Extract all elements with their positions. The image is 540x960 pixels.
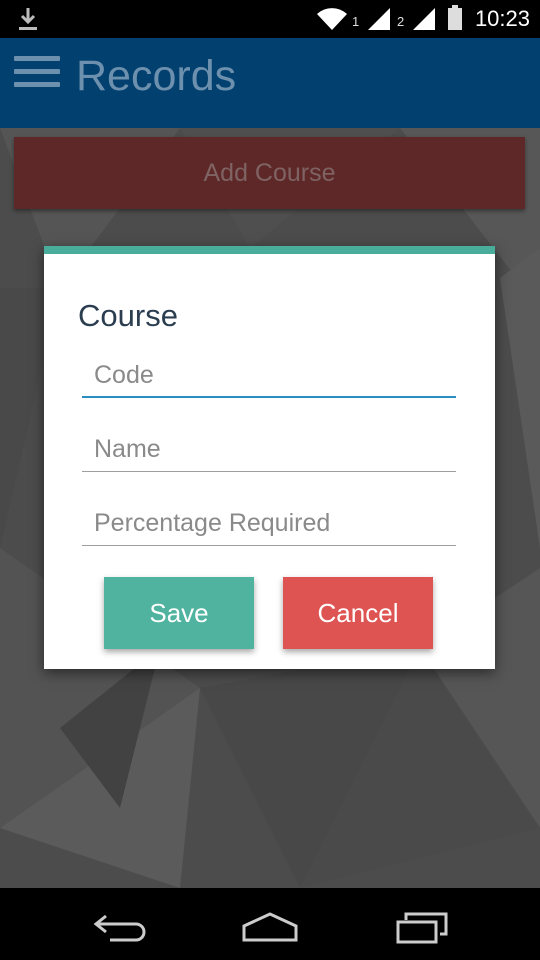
- signal-icon: [368, 8, 390, 30]
- signal-icon: [413, 8, 435, 30]
- cancel-button[interactable]: Cancel: [283, 577, 433, 649]
- app-bar: Records: [0, 38, 540, 128]
- battery-icon: [448, 5, 462, 30]
- code-field[interactable]: [82, 358, 456, 398]
- navigation-bar: [0, 888, 540, 960]
- percentage-required-field[interactable]: [82, 506, 456, 546]
- back-icon[interactable]: [88, 906, 152, 946]
- download-icon: [19, 8, 37, 30]
- recents-icon[interactable]: [390, 906, 454, 946]
- home-icon[interactable]: [238, 906, 302, 946]
- course-dialog: Course Save Cancel: [44, 246, 495, 669]
- add-course-button[interactable]: Add Course: [14, 137, 525, 209]
- page-title: Records: [76, 52, 237, 100]
- wifi-icon: [317, 8, 347, 30]
- main-content: Add Course Course Save Cancel: [0, 128, 540, 888]
- menu-icon[interactable]: [14, 56, 60, 92]
- dialog-title: Course: [78, 298, 178, 333]
- sim2-label: 2: [397, 14, 405, 29]
- status-time: 10:23: [474, 6, 530, 31]
- save-button[interactable]: Save: [104, 577, 254, 649]
- status-bar: 1 2 10:23: [0, 0, 540, 38]
- name-field[interactable]: [82, 432, 456, 472]
- sim1-label: 1: [352, 14, 360, 29]
